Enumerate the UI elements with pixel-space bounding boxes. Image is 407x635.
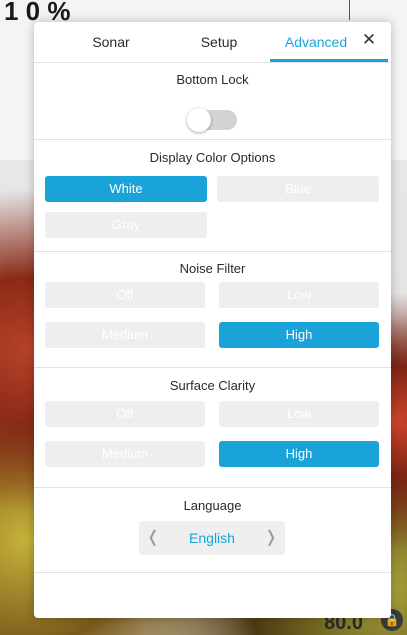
color-option-gray[interactable]: Gray (45, 212, 207, 238)
language-value: English (189, 530, 235, 546)
chevron-left-icon[interactable]: ❬ (143, 521, 163, 555)
noise-filter-section: Noise Filter Off Low Medium High (34, 252, 391, 368)
close-icon[interactable]: ✕ (359, 30, 379, 50)
noise-option-low[interactable]: Low (219, 282, 379, 308)
noise-option-medium[interactable]: Medium (45, 322, 205, 348)
bottom-lock-toggle[interactable] (187, 108, 237, 132)
toggle-knob (187, 108, 211, 132)
advanced-settings-panel: Sonar Setup Advanced ✕ Bottom Lock Displ… (34, 22, 391, 618)
noise-filter-title: Noise Filter (179, 261, 246, 276)
top-reading: 1 0 % (4, 0, 71, 26)
color-option-white[interactable]: White (45, 176, 207, 202)
tab-bar: Sonar Setup Advanced ✕ (34, 22, 391, 63)
bottom-lock-title: Bottom Lock (176, 72, 249, 87)
clarity-option-medium[interactable]: Medium (45, 441, 205, 467)
noise-option-off[interactable]: Off (45, 282, 205, 308)
surface-clarity-section: Surface Clarity Off Low Medium High (34, 368, 391, 488)
grid-line (349, 0, 350, 20)
chevron-right-icon[interactable]: ❭ (261, 521, 281, 555)
bottom-lock-section: Bottom Lock (34, 63, 391, 140)
noise-option-high[interactable]: High (219, 322, 379, 348)
tab-sonar[interactable]: Sonar (76, 22, 146, 62)
clarity-option-off[interactable]: Off (45, 401, 205, 427)
tab-setup[interactable]: Setup (179, 22, 259, 62)
language-section: Language ❬ English ❭ (34, 488, 391, 573)
color-option-blue[interactable]: Blue (217, 176, 379, 202)
clarity-option-low[interactable]: Low (219, 401, 379, 427)
display-color-section: Display Color Options White Blue Gray (34, 140, 391, 252)
tab-advanced[interactable]: Advanced (270, 22, 388, 62)
clarity-option-high[interactable]: High (219, 441, 379, 467)
language-title: Language (183, 498, 242, 513)
surface-clarity-title: Surface Clarity (169, 378, 256, 393)
language-selector: ❬ English ❭ (139, 521, 285, 555)
display-color-title: Display Color Options (149, 150, 276, 165)
